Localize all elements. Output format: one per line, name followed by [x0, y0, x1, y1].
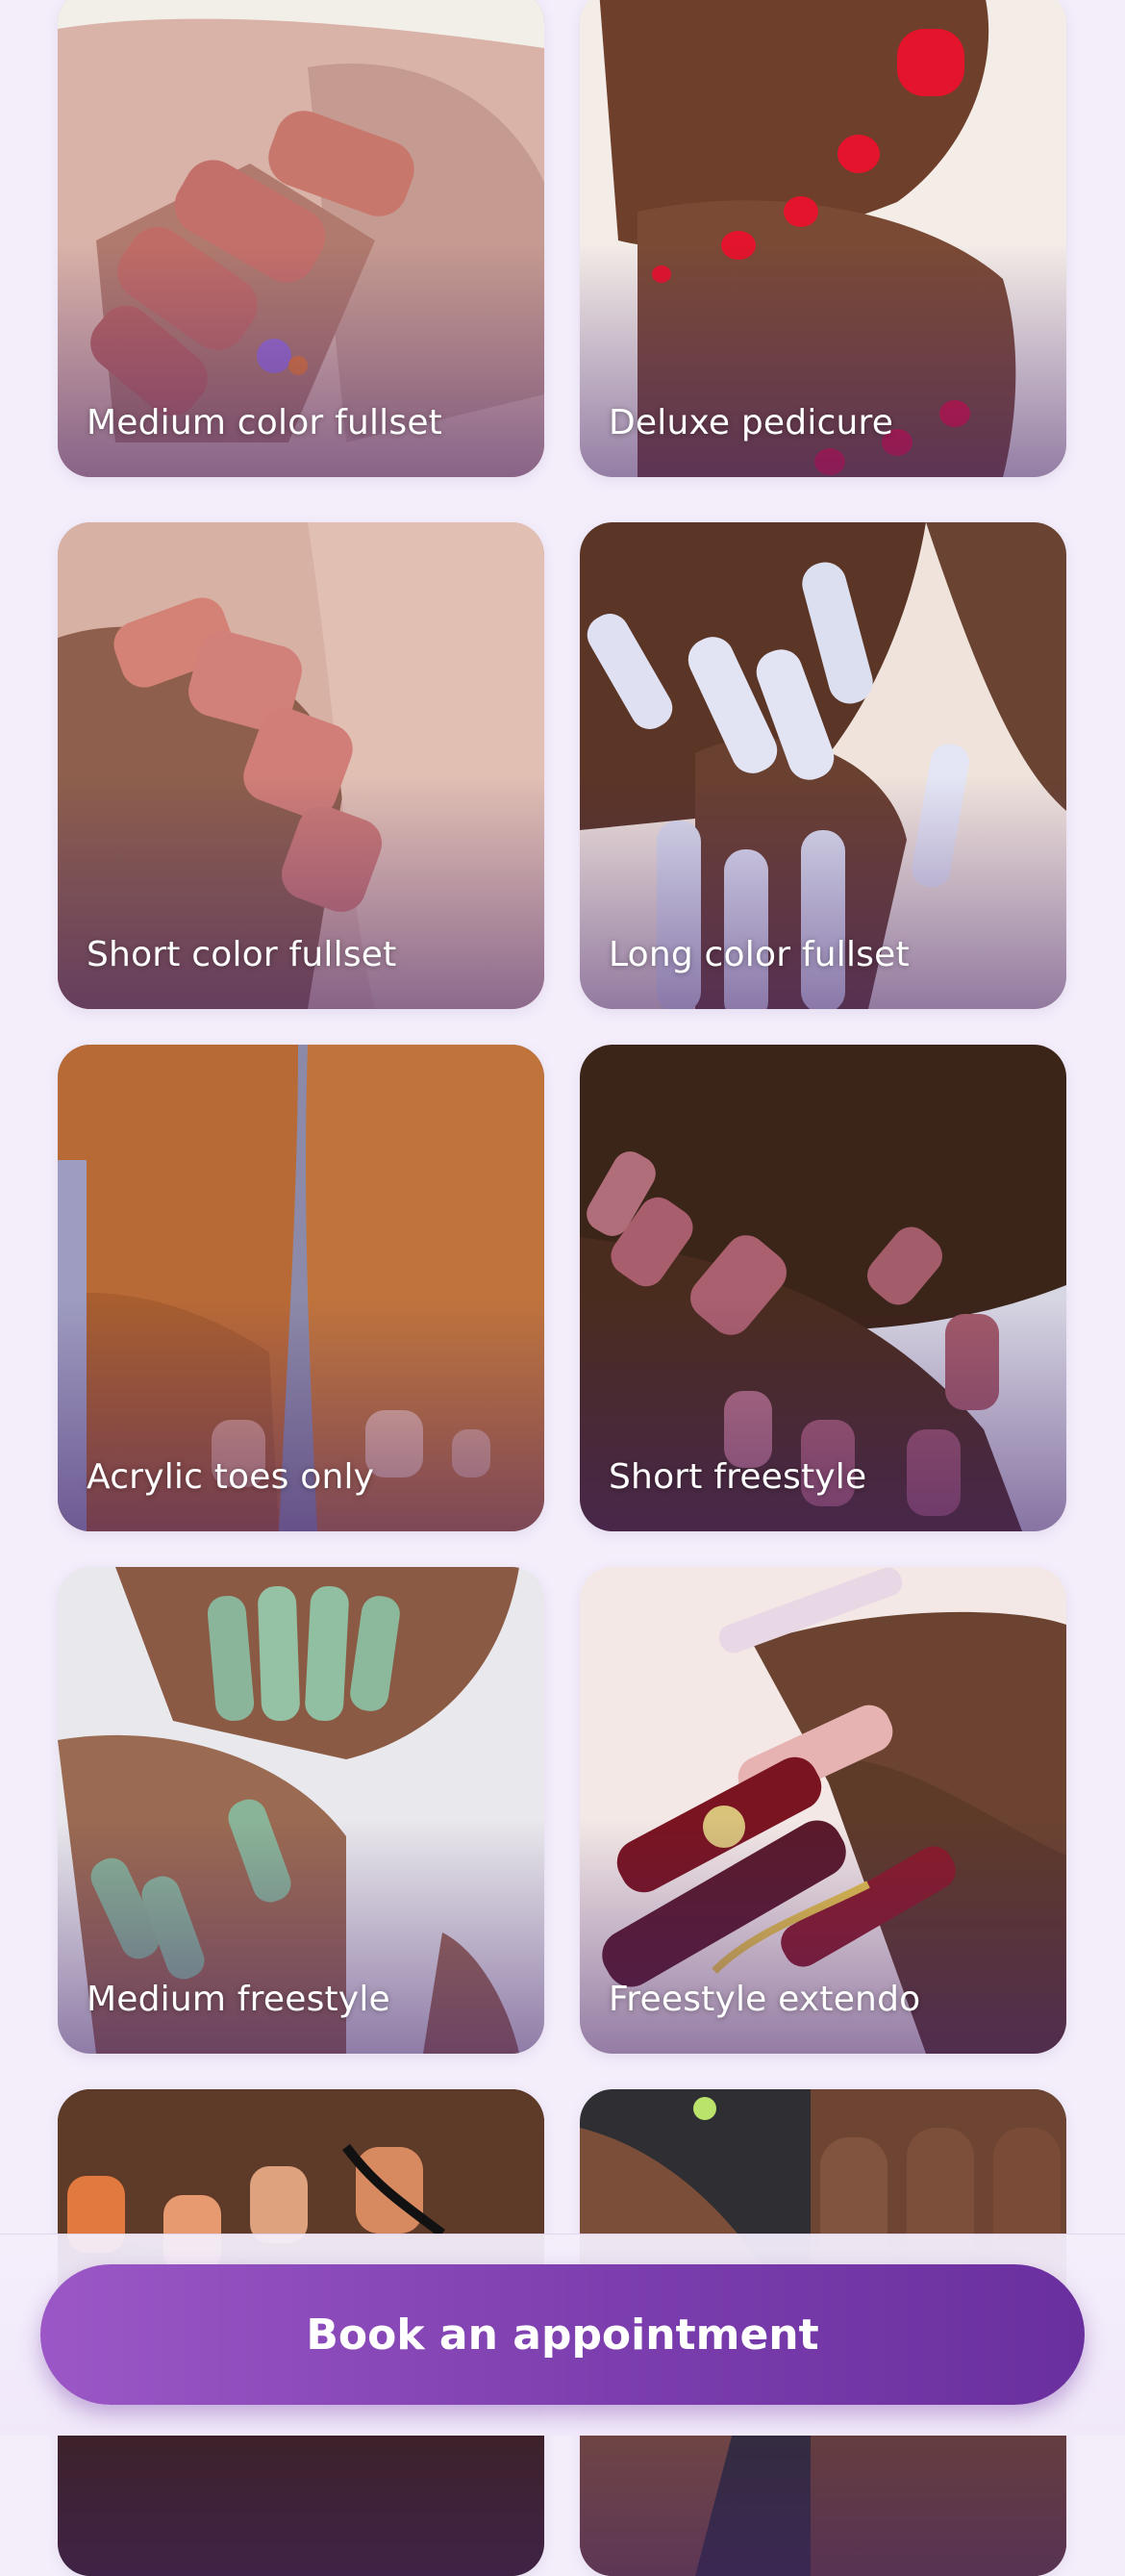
- service-card-freestyle-extendo[interactable]: Freestyle extendo: [580, 1567, 1066, 2054]
- book-appointment-button[interactable]: Book an appointment: [40, 2264, 1085, 2405]
- service-card-deluxe-pedicure[interactable]: Deluxe pedicure: [580, 0, 1066, 477]
- service-card-short-color-fullset[interactable]: Short color fullset: [58, 522, 544, 1009]
- service-card-label: Freestyle extendo: [609, 1980, 921, 2019]
- service-card-label: Medium freestyle: [87, 1980, 390, 2019]
- service-card-label: Short freestyle: [609, 1457, 867, 1497]
- service-card-medium-color-fullset[interactable]: Medium color fullset: [58, 0, 544, 477]
- service-card-label: Deluxe pedicure: [609, 403, 894, 442]
- service-card-medium-freestyle[interactable]: Medium freestyle: [58, 1567, 544, 2054]
- service-card-label: Medium color fullset: [87, 403, 442, 442]
- service-card-label: Long color fullset: [609, 935, 910, 974]
- service-card-acrylic-toes-only[interactable]: Acrylic toes only: [58, 1045, 544, 1531]
- service-card-long-color-fullset[interactable]: Long color fullset: [580, 522, 1066, 1009]
- service-card-label: Short color fullset: [87, 935, 397, 974]
- service-card-short-freestyle[interactable]: Short freestyle: [580, 1045, 1066, 1531]
- service-card-label: Acrylic toes only: [87, 1457, 375, 1497]
